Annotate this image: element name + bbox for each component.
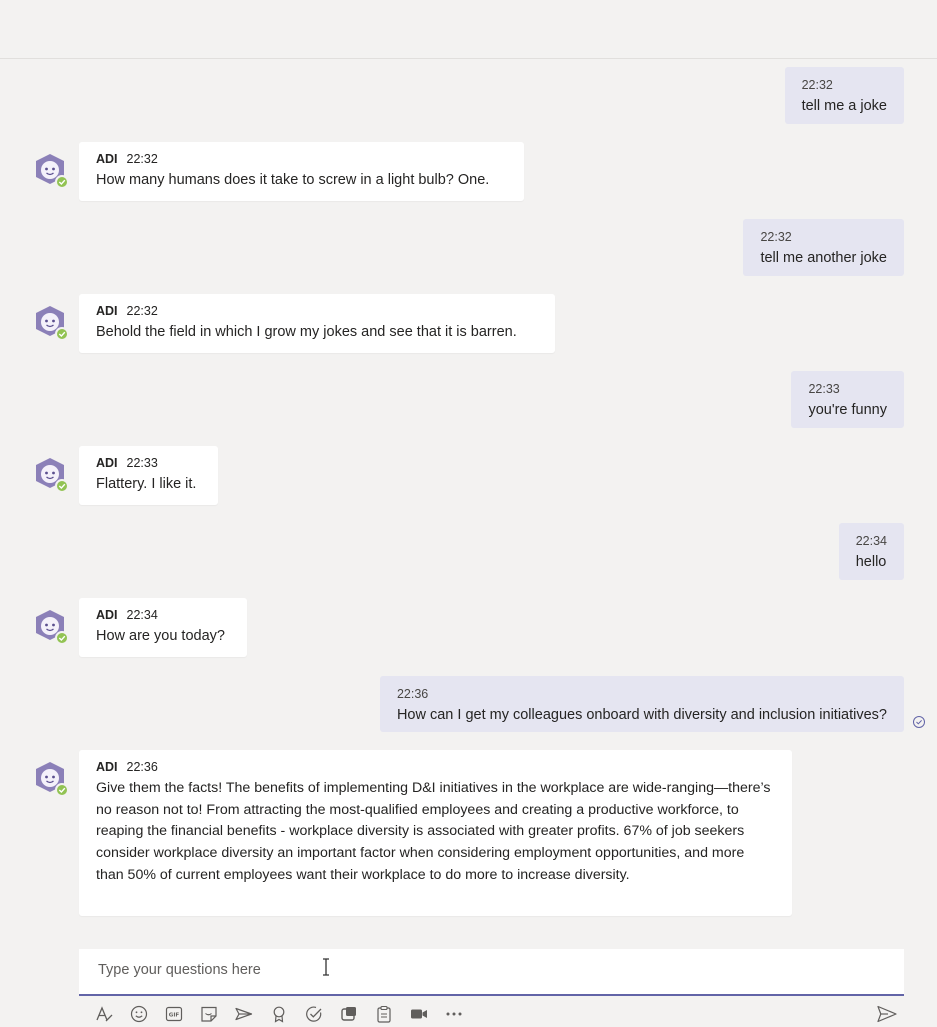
message-text: Flattery. I like it. [96, 476, 197, 492]
compose-box[interactable] [79, 949, 904, 996]
message-text: How can I get my colleagues onboard with… [396, 707, 887, 723]
message-text: tell me another joke [760, 250, 887, 266]
sender-name: ADI [96, 456, 118, 470]
message-input[interactable] [96, 961, 880, 979]
sender-name: ADI [96, 760, 118, 774]
video-icon[interactable] [408, 1003, 430, 1025]
bot-avatar[interactable] [31, 607, 71, 647]
received-message: ADI 22:34 How are you today? [79, 598, 247, 657]
message-time: 22:33 [126, 456, 158, 470]
chat-header [0, 0, 937, 59]
loop-icon[interactable] [338, 1003, 360, 1025]
praise-icon[interactable] [268, 1003, 290, 1025]
received-message: ADI 22:36 Give them the facts! The benefi… [79, 750, 792, 916]
message-text: How are you today? [96, 628, 225, 644]
message-time: 22:32 [126, 152, 158, 166]
message-text: hello [855, 554, 887, 570]
sent-message: 22:36 How can I get my colleagues onboar… [379, 676, 904, 732]
sent-message: 22:32 tell me a joke [784, 67, 904, 124]
more-options-icon[interactable] [443, 1003, 465, 1025]
send-icon[interactable] [876, 1004, 898, 1024]
message-time: 22:32 [760, 230, 792, 244]
clipboard-icon[interactable] [373, 1003, 395, 1025]
gif-icon[interactable]: GIF [163, 1003, 185, 1025]
bot-avatar[interactable] [31, 455, 71, 495]
received-message: ADI 22:33 Flattery. I like it. [79, 446, 218, 505]
message-time: 22:34 [126, 608, 158, 622]
meet-now-icon[interactable] [233, 1003, 255, 1025]
message-time: 22:32 [126, 304, 158, 318]
message-time: 22:33 [808, 382, 840, 396]
sent-message: 22:34 hello [838, 523, 904, 580]
message-time: 22:36 [126, 760, 158, 774]
approvals-icon[interactable] [303, 1003, 325, 1025]
bot-avatar[interactable] [31, 759, 71, 799]
svg-text:GIF: GIF [169, 1013, 180, 1019]
message-text: Behold the field in which I grow my joke… [96, 324, 517, 340]
message-time: 22:32 [801, 78, 833, 92]
sticker-icon[interactable] [198, 1003, 220, 1025]
sender-name: ADI [96, 152, 118, 166]
message-text: How many humans does it take to screw in… [96, 172, 490, 188]
received-message: ADI 22:32 How many humans does it take to… [79, 142, 524, 201]
message-text: Give them the facts! The benefits of imp… [96, 780, 771, 883]
message-text: tell me a joke [801, 98, 887, 114]
sent-message: 22:33 you're funny [791, 371, 904, 428]
bot-avatar[interactable] [31, 303, 71, 343]
message-time: 22:36 [396, 687, 429, 701]
received-message: ADI 22:32 Behold the field in which I gro… [79, 294, 555, 353]
text-cursor-icon [323, 958, 329, 976]
sender-name: ADI [96, 608, 118, 622]
bot-avatar[interactable] [31, 151, 71, 191]
message-time: 22:34 [855, 534, 887, 548]
format-icon[interactable] [93, 1003, 115, 1025]
emoji-icon[interactable] [128, 1003, 150, 1025]
message-text: you're funny [808, 402, 887, 418]
sender-name: ADI [96, 304, 118, 318]
sent-message: 22:32 tell me another joke [743, 219, 904, 276]
read-receipt-icon [913, 716, 925, 728]
